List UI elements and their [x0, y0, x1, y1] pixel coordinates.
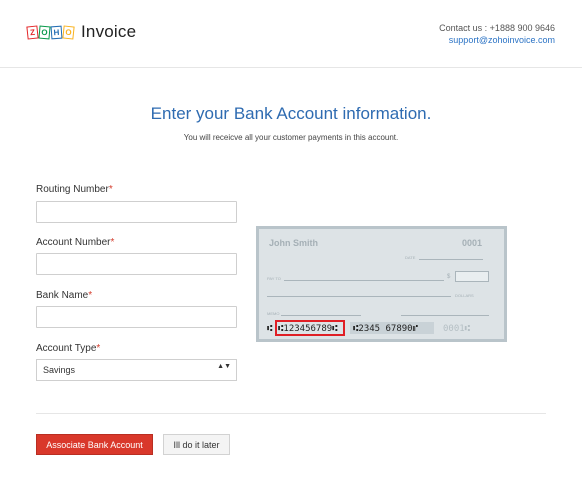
zoho-logo-icon: Z O H O: [26, 24, 75, 40]
routing-number-highlight: [275, 320, 345, 336]
contact-phone: Contact us : +1888 900 9646: [439, 23, 555, 33]
check-currency: $: [447, 274, 451, 280]
required-mark: *: [108, 184, 113, 195]
check-payto-line: [284, 280, 444, 281]
check-signature-line: [401, 315, 489, 316]
check-payto-label: PAY TO: [267, 276, 281, 281]
check-holder-name: John Smith: [269, 238, 318, 248]
zoho-invoice-logo[interactable]: Z O H O Invoice: [26, 22, 137, 42]
associate-bank-account-button[interactable]: Associate Bank Account: [36, 434, 153, 455]
sample-check-illustration: John Smith 0001 DATE PAY TO $ DOLLARS ME…: [256, 226, 507, 342]
contact-info: Contact us : +1888 900 9646 support@zoho…: [439, 22, 555, 46]
bank-name-input[interactable]: [36, 306, 237, 328]
page-title: Enter your Bank Account information.: [150, 104, 432, 123]
page-subtitle: You will receicve all your customer paym…: [183, 133, 399, 142]
required-mark: *: [88, 290, 93, 301]
account-type-select[interactable]: Savings ▲▼: [36, 359, 237, 381]
micr-account-number: ⑆2345 67890⑈: [353, 324, 418, 334]
account-type-label: Account Type*: [36, 343, 101, 354]
check-memo-label: MEMO: [267, 311, 280, 316]
routing-number-input[interactable]: [36, 201, 237, 223]
check-date-line: [419, 259, 483, 260]
bank-name-label: Bank Name*: [36, 290, 93, 301]
account-number-label: Account Number*: [36, 237, 115, 248]
check-amount-box: [455, 271, 489, 282]
account-number-input[interactable]: [36, 253, 237, 275]
required-mark: *: [96, 343, 101, 354]
support-email-link[interactable]: support@zohoinvoice.com: [439, 34, 555, 46]
required-mark: *: [110, 237, 115, 248]
check-dollars-line: [267, 296, 451, 297]
check-memo-line: [281, 315, 361, 316]
check-date-label: DATE: [405, 255, 416, 260]
product-name: Invoice: [81, 22, 137, 41]
micr-check-number: 0001⑆: [443, 324, 471, 334]
page-header: Z O H O Invoice Contact us : +1888 900 9…: [0, 0, 582, 68]
account-type-value: Savings: [43, 365, 76, 375]
check-dollars-label: DOLLARS: [455, 293, 474, 298]
check-number: 0001: [461, 238, 482, 248]
do-it-later-button[interactable]: Ill do it later: [163, 434, 230, 455]
form-divider: [36, 413, 546, 414]
routing-number-label: Routing Number*: [36, 184, 113, 195]
select-arrows-icon: ▲▼: [217, 363, 231, 370]
micr-start-symbol: ⑆: [267, 324, 273, 334]
